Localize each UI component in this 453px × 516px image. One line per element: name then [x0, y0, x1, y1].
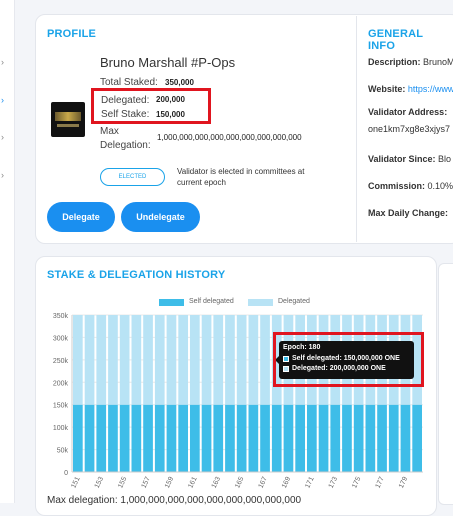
- max-daily-change-label: Max Daily Change:: [368, 208, 449, 218]
- description-row: Description: BrunoM: [368, 57, 453, 67]
- validator-address-label: Validator Address:: [368, 107, 448, 117]
- validator-name: Bruno Marshall #P-Ops: [100, 55, 236, 70]
- total-staked-value: 350,000: [165, 78, 194, 87]
- delegate-button[interactable]: Delegate: [47, 202, 115, 232]
- chevron-right-icon[interactable]: ›: [1, 96, 9, 105]
- validator-since-label: Validator Since:: [368, 154, 436, 164]
- general-info-title: GENERAL INFO: [368, 28, 423, 52]
- card-divider: [356, 16, 357, 242]
- chevron-right-icon[interactable]: ›: [1, 171, 9, 180]
- max-delegation-label-2: Delegation:: [100, 140, 151, 151]
- undelegate-button[interactable]: Undelegate: [121, 202, 200, 232]
- description-value: BrunoM: [423, 57, 453, 67]
- legend-label-self-delegated: Self delegated: [189, 298, 234, 305]
- elected-status-note: Validator is elected in committees at cu…: [177, 167, 305, 187]
- highlight-box-tooltip: [273, 332, 424, 387]
- description-label: Description:: [368, 57, 421, 67]
- highlight-box-stake: [91, 88, 211, 124]
- max-delegation-value: 1,000,000,000,000,000,000,000,000,000: [157, 133, 302, 142]
- validator-since-row: Validator Since: Blo: [368, 154, 451, 164]
- right-card-edge: [438, 263, 453, 505]
- validator-avatar: [51, 102, 85, 137]
- legend-label-delegated: Delegated: [278, 298, 310, 305]
- total-staked-label: Total Staked:: [100, 77, 158, 88]
- website-label: Website:: [368, 84, 406, 94]
- history-section-title: STAKE & DELEGATION HISTORY: [47, 269, 226, 281]
- commission-value: 0.10%: [427, 181, 453, 191]
- commission-label: Commission:: [368, 181, 426, 191]
- left-nav-rail: › › › ›: [0, 0, 15, 503]
- validator-since-value: Blo: [438, 154, 452, 164]
- commission-row: Commission: 0.10%: [368, 181, 453, 191]
- history-max-delegation: Max delegation: 1,000,000,000,000,000,00…: [47, 495, 302, 506]
- legend-swatch-self-delegated: [159, 299, 184, 306]
- max-delegation-label-1: Max: [100, 126, 119, 137]
- profile-section-title: PROFILE: [47, 28, 97, 40]
- elected-status-badge: ELECTED: [100, 168, 165, 186]
- validator-address-value: one1km7xg8e3xjys7: [368, 124, 451, 134]
- website-link[interactable]: https://www: [408, 84, 453, 94]
- legend-swatch-delegated: [248, 299, 273, 306]
- chevron-right-icon[interactable]: ›: [1, 58, 9, 67]
- website-row: Website: https://www: [368, 84, 453, 94]
- chevron-right-icon[interactable]: ›: [1, 133, 9, 142]
